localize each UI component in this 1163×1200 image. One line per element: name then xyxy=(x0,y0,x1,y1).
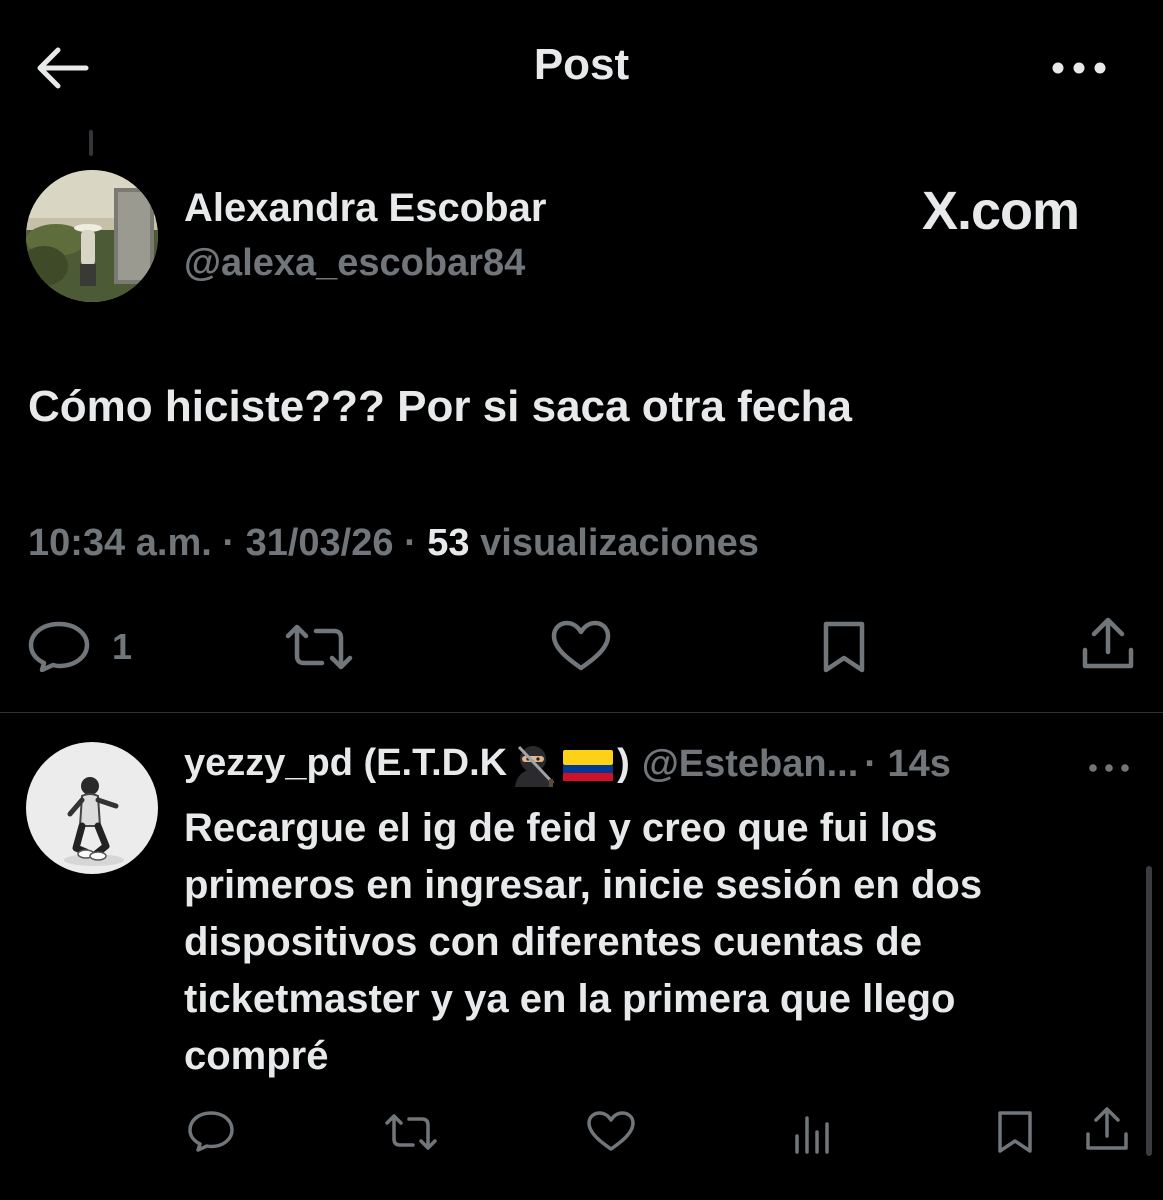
reply-author-name-suffix: ) xyxy=(617,742,630,784)
reply-share-button[interactable] xyxy=(1084,1106,1130,1152)
post-text: Cómo hiciste??? Por si saca otra fecha xyxy=(28,382,853,431)
more-horizontal-icon xyxy=(1089,764,1129,772)
heart-icon xyxy=(587,1111,635,1151)
share-icon xyxy=(1086,1107,1128,1150)
analytics-bars-icon xyxy=(795,1116,829,1154)
bookmark-icon xyxy=(823,621,865,673)
author-handle[interactable]: @alexa_escobar84 xyxy=(184,242,525,285)
reply-reply-button[interactable] xyxy=(186,1110,236,1152)
reply-author-name[interactable]: yezzy_pd (E.T.D.K ) xyxy=(184,742,630,787)
reply-text: Recargue el ig de feid y creo que fui lo… xyxy=(184,806,983,1078)
divider xyxy=(0,712,1163,713)
reply-count: 1 xyxy=(112,626,133,667)
more-options-button[interactable] xyxy=(1046,48,1112,88)
meta-separator: · xyxy=(222,522,246,564)
like-button[interactable] xyxy=(550,620,612,672)
more-horizontal-icon xyxy=(1052,62,1106,74)
share-icon xyxy=(1082,617,1134,669)
bookmark-button[interactable] xyxy=(818,620,870,674)
reply-repost-button[interactable] xyxy=(384,1112,438,1152)
author-avatar[interactable] xyxy=(26,170,158,302)
author-name[interactable]: Alexandra Escobar xyxy=(184,186,546,231)
reply-bookmark-button[interactable] xyxy=(994,1110,1036,1154)
reply-like-button[interactable] xyxy=(586,1110,636,1152)
share-button[interactable] xyxy=(1080,616,1136,672)
reply-time[interactable]: · 14s xyxy=(864,743,951,786)
bookmark-icon xyxy=(998,1111,1032,1153)
post-time[interactable]: 10:34 a.m. xyxy=(28,522,212,564)
reply-button[interactable] xyxy=(26,620,92,672)
ninja-emoji xyxy=(515,745,555,787)
comment-bubble-icon xyxy=(28,621,90,672)
reply-more-button[interactable] xyxy=(1084,756,1134,780)
meta-separator: · xyxy=(404,522,428,564)
views-count: 53 xyxy=(427,522,470,564)
reply-author-name-text: yezzy_pd (E.T.D.K xyxy=(184,742,508,784)
comment-bubble-icon xyxy=(188,1111,234,1152)
source-label: X.com xyxy=(922,181,1080,241)
page-title: Post xyxy=(533,40,630,89)
colombia-flag-emoji xyxy=(563,749,614,781)
reply-views-button[interactable] xyxy=(792,1112,834,1154)
scrollbar[interactable] xyxy=(1146,866,1152,1156)
post-meta: 10:34 a.m. · 31/03/26 · 53 visualizacion… xyxy=(28,522,759,565)
repost-button[interactable] xyxy=(284,622,354,672)
repost-icon xyxy=(385,1114,437,1150)
views-label: visualizaciones xyxy=(480,522,759,564)
thread-connector-line xyxy=(89,130,93,156)
post-date[interactable]: 31/03/26 xyxy=(246,522,394,564)
reply-header: yezzy_pd (E.T.D.K ) @Esteban... · 14s xyxy=(184,742,951,787)
repost-icon xyxy=(285,624,353,670)
reply-avatar[interactable] xyxy=(26,742,158,874)
heart-icon xyxy=(551,620,611,671)
reply-author-handle[interactable]: @Esteban... xyxy=(642,743,859,786)
